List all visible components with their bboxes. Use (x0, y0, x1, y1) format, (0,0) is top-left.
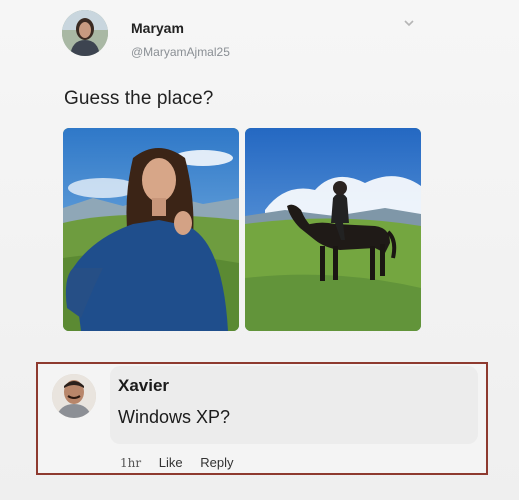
tweet-text: Guess the place? (64, 88, 214, 109)
comment-time: 1hr (120, 456, 142, 470)
author-handle[interactable]: @MaryamAjmal25 (131, 45, 230, 59)
highlighted-comment: Xavier Windows XP? 1hr Like Reply (36, 362, 488, 475)
reply-button[interactable]: Reply (200, 455, 233, 470)
user-avatar-icon (52, 374, 96, 418)
comment-actions: 1hr Like Reply (120, 455, 247, 470)
comment-text: Windows XP? (118, 407, 231, 427)
commenter-name[interactable]: Xavier (118, 376, 169, 396)
like-button[interactable]: Like (159, 455, 183, 470)
tweet-photo-2[interactable] (245, 128, 421, 331)
photo-rider-on-horse-meadow (245, 128, 421, 331)
user-avatar-icon (62, 10, 108, 56)
photo-woman-selfie-mountains (63, 128, 239, 331)
author-name[interactable]: Maryam (131, 20, 184, 36)
commenter-avatar[interactable] (52, 374, 96, 418)
tweet-screenshot: Maryam @MaryamAjmal25 Guess the place? X… (0, 0, 519, 500)
author-avatar[interactable] (62, 10, 108, 56)
chevron-down-icon[interactable] (402, 16, 416, 30)
tweet-photo-1[interactable] (63, 128, 239, 331)
